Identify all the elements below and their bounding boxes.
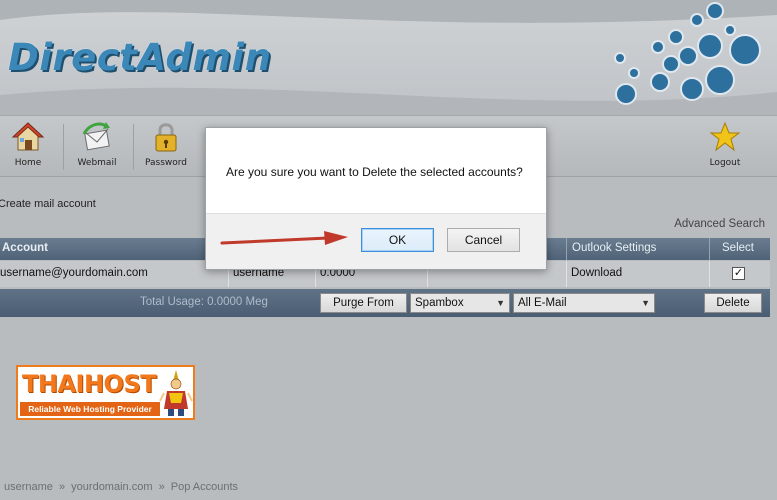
bubbles-graphic-icon bbox=[614, 2, 761, 105]
webmail-icon bbox=[82, 122, 110, 151]
toolbar-webmail-label: Webmail bbox=[77, 158, 117, 168]
column-divider bbox=[566, 238, 567, 260]
thaihost-mascot-icon bbox=[159, 370, 193, 416]
breadcrumb-current-page: Pop Accounts bbox=[170, 481, 239, 493]
chevron-down-icon: ▼ bbox=[641, 298, 650, 308]
toolbar-home[interactable]: Home bbox=[0, 120, 60, 176]
purge-filter-select[interactable]: All E-Mail ▼ bbox=[513, 293, 655, 313]
toolbar-logout[interactable]: Logout bbox=[693, 120, 757, 176]
toolbar-logout-label: Logout bbox=[709, 158, 741, 168]
house-icon bbox=[11, 122, 45, 151]
column-divider bbox=[709, 238, 710, 260]
toolbar-password[interactable]: Password bbox=[134, 120, 198, 176]
cell-divider bbox=[709, 261, 710, 287]
breadcrumb-separator: » bbox=[158, 481, 165, 493]
cell-divider bbox=[566, 261, 567, 287]
padlock-icon bbox=[155, 123, 177, 152]
red-arrow-icon bbox=[220, 231, 348, 245]
toolbar-webmail[interactable]: Webmail bbox=[65, 120, 129, 176]
delete-button[interactable]: Delete bbox=[704, 293, 762, 313]
thaihost-name: THAIHOST bbox=[22, 370, 157, 398]
account-email-cell: username@yourdomain.com bbox=[0, 267, 148, 279]
breadcrumb: username » yourdomain.com » Pop Accounts bbox=[4, 481, 241, 493]
cancel-button[interactable]: Cancel bbox=[447, 228, 520, 252]
column-header-outlook-settings: Outlook Settings bbox=[572, 242, 657, 254]
outlook-download-link[interactable]: Download bbox=[571, 267, 622, 279]
header-banner: DirectAdmin bbox=[0, 0, 777, 115]
select-account-checkbox[interactable]: ✓ bbox=[732, 267, 745, 280]
column-header-account[interactable]: Account bbox=[2, 242, 48, 254]
purge-folder-select[interactable]: Spambox ▼ bbox=[410, 293, 510, 313]
breadcrumb-separator: » bbox=[58, 481, 66, 493]
table-footer: Total Usage: 0.0000 Meg Purge From Spamb… bbox=[0, 289, 770, 317]
directadmin-logo[interactable]: DirectAdmin bbox=[8, 36, 271, 79]
advanced-search-link[interactable]: Advanced Search bbox=[674, 218, 765, 230]
purge-from-button[interactable]: Purge From bbox=[320, 293, 407, 313]
ok-button[interactable]: OK bbox=[361, 228, 434, 252]
thaihost-logo[interactable]: THAIHOST Reliable Web Hosting Provider bbox=[16, 365, 195, 420]
breadcrumb-user[interactable]: username bbox=[4, 481, 53, 493]
purge-filter-value: All E-Mail bbox=[518, 297, 567, 309]
breadcrumb-domain[interactable]: yourdomain.com bbox=[71, 481, 152, 493]
thaihost-tagline: Reliable Web Hosting Provider bbox=[20, 402, 160, 416]
create-mail-account-link[interactable]: Create mail account bbox=[0, 198, 96, 210]
star-icon bbox=[709, 121, 741, 152]
column-header-select[interactable]: Select bbox=[722, 242, 754, 254]
total-usage-text: Total Usage: 0.0000 Meg bbox=[140, 296, 268, 308]
toolbar-home-label: Home bbox=[14, 158, 42, 168]
purge-folder-value: Spambox bbox=[415, 297, 464, 309]
toolbar-divider bbox=[63, 124, 64, 170]
toolbar-password-label: Password bbox=[144, 158, 188, 168]
chevron-down-icon: ▼ bbox=[496, 298, 505, 308]
confirm-dialog-message: Are you sure you want to Delete the sele… bbox=[226, 165, 523, 179]
